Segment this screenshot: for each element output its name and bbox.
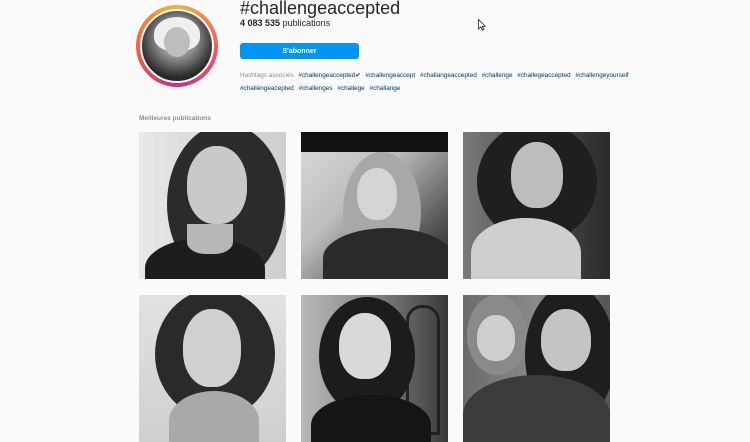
post-count: 4 083 535 publications [240,18,330,28]
related-hashtag-link[interactable]: #challengeyourself [575,72,628,79]
page-title: #challengeaccepted [240,0,401,18]
post-thumbnail[interactable] [139,132,286,279]
post-thumbnail[interactable] [301,132,448,279]
related-hashtag-link[interactable]: #challengeaccept [365,72,415,79]
avatar-ring[interactable] [136,5,218,87]
related-hashtag-link[interactable]: #challege [337,85,364,92]
post-count-label: publications [282,18,331,28]
post-thumbnail[interactable] [301,295,448,442]
post-thumbnail[interactable] [139,295,286,442]
related-hashtags: Hashtags associés #challengeaccepted✔ #c… [240,69,650,95]
related-hashtag-link[interactable]: #challange [370,85,401,92]
related-hashtag-link[interactable]: #challengeaccepted✔ [298,72,360,79]
related-hashtag-link[interactable]: #challengeacepted [240,85,294,92]
related-hashtag-link[interactable]: #challangeaccepted [420,72,477,79]
section-title-top-posts: Meilleures publications [139,115,211,122]
post-count-value: 4 083 535 [240,18,281,28]
post-thumbnail[interactable] [463,132,610,279]
subscribe-button[interactable]: S'abonner [240,43,359,59]
post-thumbnail[interactable] [463,295,610,442]
related-hashtag-link[interactable]: #challenges [298,85,332,92]
mouse-cursor-icon [478,19,486,31]
related-hashtags-label: Hashtags associés [240,72,294,79]
avatar-face [164,27,190,57]
related-hashtag-link[interactable]: #challenge [482,72,513,79]
related-hashtag-link[interactable]: #challegeaccepted [517,72,570,79]
avatar[interactable] [140,9,214,83]
